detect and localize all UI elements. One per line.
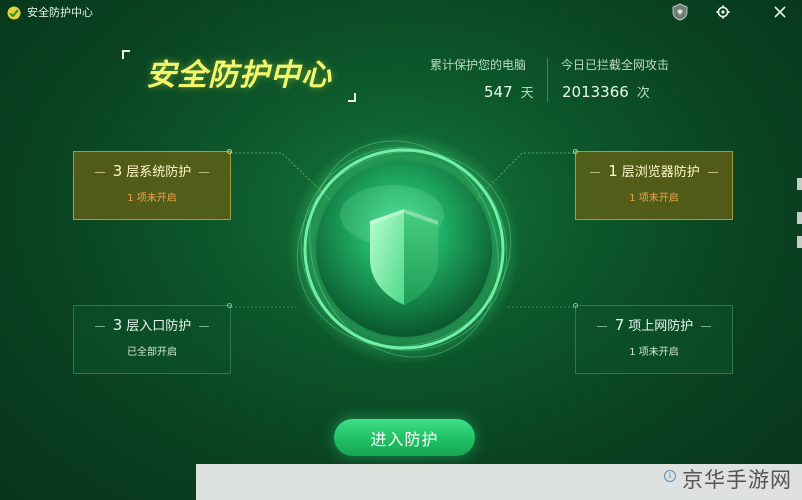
bracket-bottom-right [348,93,356,102]
card-system-label: 层系统防护 [126,165,192,180]
title-dash-left [596,326,607,327]
bracket-top-left [122,50,130,59]
enter-protection-button[interactable]: 进入防护 [334,419,475,456]
stat-protected-days: 累计保护您的电脑 547 天 [430,57,540,101]
stat-protected-unit: 天 [520,86,534,101]
card-internet-protection[interactable]: 7 项上网防护 1 项未开启 [573,303,733,374]
app-logo-icon [7,6,21,20]
window-title: 安全防护中心 [27,6,93,19]
card-entry-count: 3 [112,316,123,334]
card-entry-title: 3 层入口防护 [74,316,230,336]
card-system-status: 1 项未开启 [127,193,177,204]
stat-divider [547,58,548,102]
connector-dot [573,149,578,154]
connector-dot [227,303,232,308]
stat-blocked-value-row: 2013366 次 [562,82,650,104]
title-dash-right [199,172,210,173]
shield-icon [288,133,520,365]
title-dash-right [707,172,718,173]
stat-blocked-unit: 次 [636,86,650,101]
connector-dot [573,303,578,308]
stat-protected-value: 547 [484,83,513,101]
stat-blocked-value: 2013366 [562,83,629,101]
stat-blocked-attacks: 今日已拦截全网攻击 2013366 次 [561,57,691,101]
title-dash-left [94,326,105,327]
badge-button[interactable] [669,2,691,22]
stat-protected-value-row: 547 天 [484,82,534,104]
close-button[interactable] [769,2,791,22]
card-entry-protection[interactable]: 3 层入口防护 已全部开启 [73,303,232,374]
edge-strip [797,212,802,224]
card-system-title: 3 层系统防护 [74,162,230,182]
edge-strip [797,236,802,248]
card-internet-count: 7 [614,316,625,334]
edge-strip [797,178,802,190]
card-browser-title: 1 层浏览器防护 [576,162,732,182]
card-entry-label: 层入口防护 [126,319,192,334]
shield-orb[interactable] [288,133,520,365]
settings-button[interactable] [712,2,734,22]
hero-title: 安全防护中心 [146,58,332,93]
connector-dot [227,149,232,154]
gear-icon [716,5,730,19]
card-internet-status: 1 项未开启 [629,347,679,358]
card-browser-label: 层浏览器防护 [621,165,700,180]
card-internet-title: 7 项上网防护 [576,316,732,336]
close-icon [774,6,786,18]
title-dash-left [94,172,105,173]
info-icon: i [664,470,676,482]
card-internet-label: 项上网防护 [628,319,694,334]
hero-banner: 安全防护中心 [122,50,356,102]
card-system-count: 3 [112,162,123,180]
title-dash-right [701,326,712,327]
enter-protection-label: 进入防护 [370,429,439,449]
title-bar: 安全防护中心 [0,0,802,26]
watermark-text: 京华手游网 [682,468,792,492]
badge-icon [672,3,688,21]
card-browser-status: 1 项未开启 [629,193,679,204]
title-dash-right [199,326,210,327]
stat-blocked-label: 今日已拦截全网攻击 [561,58,670,72]
card-browser-count: 1 [608,162,618,180]
stat-protected-label: 累计保护您的电脑 [430,58,527,72]
card-system-protection[interactable]: 3 层系统防护 1 项未开启 [73,149,232,220]
title-dash-left [590,172,601,173]
card-browser-protection[interactable]: 1 层浏览器防护 1 项未开启 [573,149,733,220]
card-entry-status: 已全部开启 [127,347,177,358]
